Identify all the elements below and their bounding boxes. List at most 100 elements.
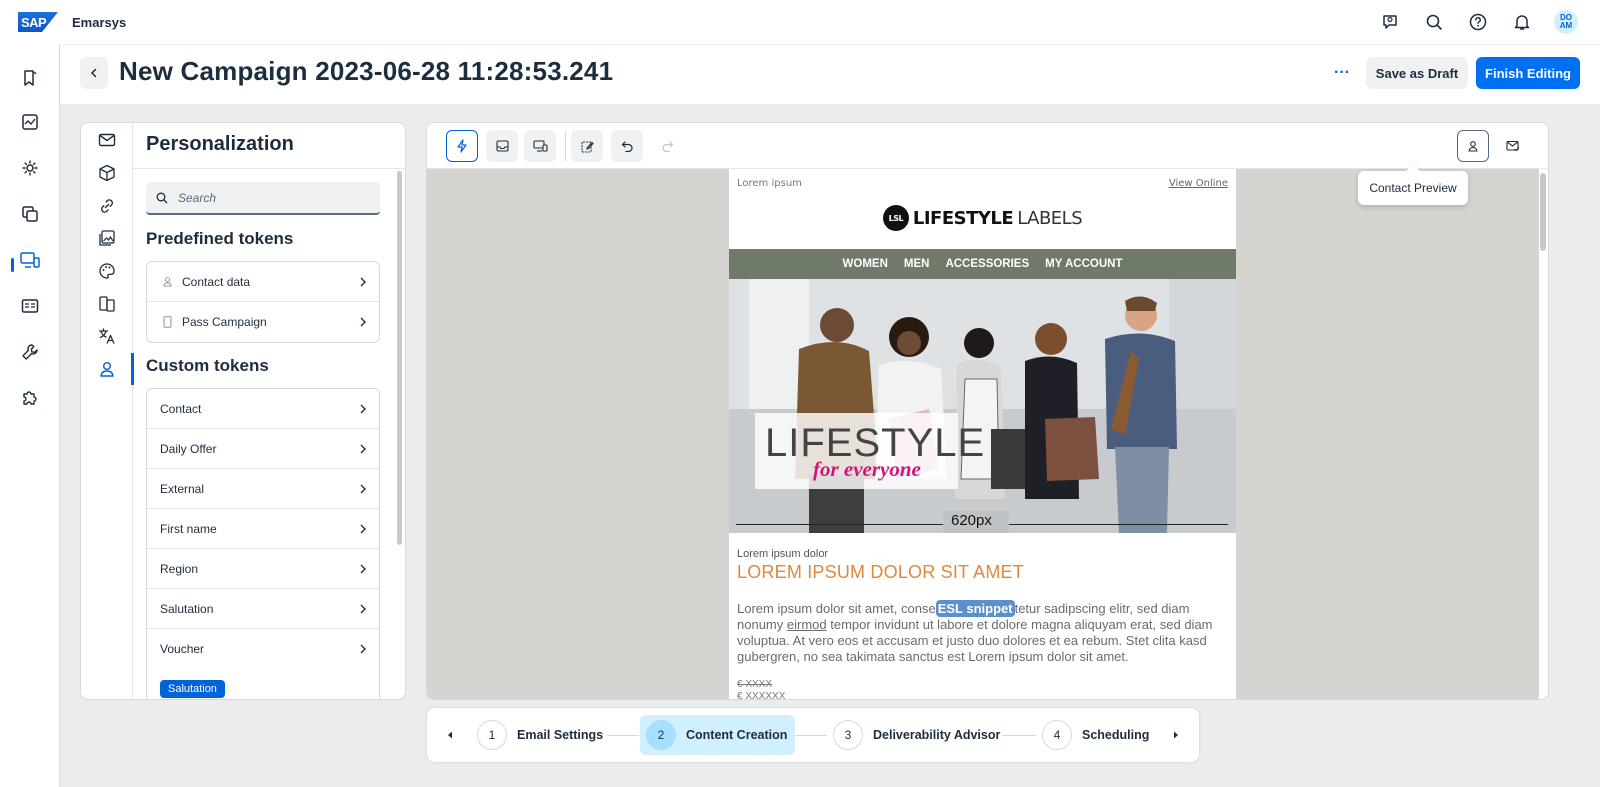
- app-name: Emarsys: [72, 14, 127, 30]
- list-item-custom-token[interactable]: Contact: [147, 389, 379, 429]
- step-connector: [1002, 735, 1036, 736]
- hero-image[interactable]: LIFESTYLE for everyone 620px: [729, 279, 1236, 533]
- campaign-icon[interactable]: [18, 66, 42, 90]
- chevron-right-icon: [359, 444, 367, 454]
- chevron-right-icon: [359, 277, 367, 287]
- view-online-link[interactable]: View Online: [1169, 178, 1228, 189]
- esl-snippet-tag[interactable]: ESL snippet: [935, 600, 1015, 617]
- lightning-icon[interactable]: [446, 130, 478, 162]
- width-guide-label: 620px: [951, 512, 992, 529]
- email-nav-my-account[interactable]: MY ACCOUNT: [1045, 258, 1122, 270]
- chat-bot-icon[interactable]: [1378, 10, 1402, 34]
- page-title: New Campaign 2023-06-28 11:28:53.241: [119, 56, 614, 86]
- list-item-label: Contact: [160, 401, 202, 416]
- inbox-icon[interactable]: [486, 130, 518, 162]
- contact-preview-icon[interactable]: [1457, 130, 1489, 162]
- stepper-next-button[interactable]: [1166, 725, 1186, 745]
- email-editor: Lorem ipsum View Online LSL LIFESTYLE LAB…: [426, 122, 1549, 700]
- email-nav-accessories[interactable]: ACCESSORIES: [945, 258, 1029, 270]
- chevron-right-icon: [359, 564, 367, 574]
- chevron-left-icon: [90, 68, 97, 78]
- contacts-icon[interactable]: [18, 294, 42, 318]
- person-icon[interactable]: [96, 358, 118, 380]
- token-search[interactable]: [146, 182, 380, 215]
- email-nav-men[interactable]: MEN: [904, 258, 930, 270]
- notification-bell-icon[interactable]: [1510, 10, 1534, 34]
- analytics-icon[interactable]: [18, 110, 42, 134]
- translate-icon[interactable]: [96, 325, 118, 347]
- automation-icon[interactable]: [18, 156, 42, 180]
- tools-icon[interactable]: [18, 340, 42, 364]
- link-icon[interactable]: [96, 195, 118, 217]
- chevron-right-icon: [359, 644, 367, 654]
- left-navigation: [0, 44, 60, 787]
- search-input[interactable]: [178, 190, 368, 205]
- toolbar-separator: [565, 131, 566, 161]
- hero-tagline: for everyone: [813, 457, 921, 481]
- mail-check-icon[interactable]: [1497, 130, 1529, 162]
- salutation-token-badge[interactable]: Salutation: [160, 680, 225, 698]
- list-item-custom-token[interactable]: Region: [147, 549, 379, 589]
- user-avatar[interactable]: DO AM: [1554, 10, 1578, 34]
- step-email-settings[interactable]: 1 Email Settings: [471, 715, 611, 755]
- cube-icon[interactable]: [96, 162, 118, 184]
- panel-scrollbar[interactable]: [397, 171, 402, 545]
- step-content-creation[interactable]: 2 Content Creation: [640, 715, 796, 755]
- mail-icon[interactable]: [96, 129, 118, 151]
- list-item-custom-token[interactable]: First name: [147, 509, 379, 549]
- search-icon[interactable]: [1422, 10, 1446, 34]
- panel-tool-rail: [81, 123, 134, 699]
- divider: [133, 168, 405, 169]
- step-scheduling[interactable]: 4 Scheduling: [1036, 715, 1157, 755]
- save-as-draft-button[interactable]: Save as Draft: [1366, 57, 1468, 89]
- finish-editing-button[interactable]: Finish Editing: [1476, 57, 1580, 89]
- canvas-scrollbar[interactable]: [1540, 173, 1546, 251]
- list-item-custom-token[interactable]: External: [147, 469, 379, 509]
- caret-right-icon: [1174, 731, 1178, 739]
- redo-icon[interactable]: [651, 130, 683, 162]
- email-preview: Lorem ipsum View Online LSL LIFESTYLE LAB…: [729, 169, 1236, 699]
- sap-logo[interactable]: SAP: [18, 12, 58, 32]
- back-button[interactable]: [80, 57, 108, 89]
- caret-left-icon: [448, 731, 452, 739]
- list-item-custom-token[interactable]: Daily Offer: [147, 429, 379, 469]
- list-item-contact-data[interactable]: Contact data: [147, 262, 379, 302]
- list-item-custom-token[interactable]: Salutation: [147, 589, 379, 629]
- list-item-label: Voucher: [160, 642, 205, 656]
- more-actions-button[interactable]: ···: [1328, 59, 1356, 87]
- devices-icon[interactable]: [524, 130, 556, 162]
- step-deliverability-advisor[interactable]: 3 Deliverability Advisor: [827, 715, 1008, 755]
- step-connector: [607, 735, 639, 736]
- email-body[interactable]: Lorem ipsum dolor LOREM IPSUM DOLOR SIT …: [737, 548, 1227, 699]
- shell-actions: DO AM: [1378, 10, 1582, 34]
- step-number: 1: [477, 720, 507, 750]
- addons-icon[interactable]: [18, 386, 42, 410]
- palette-icon[interactable]: [96, 260, 118, 282]
- chevron-right-icon: [359, 524, 367, 534]
- edit-icon[interactable]: [571, 130, 603, 162]
- body-inline-link[interactable]: eirmod: [787, 617, 827, 632]
- pages-icon[interactable]: [96, 293, 118, 315]
- channels-icon[interactable]: [18, 248, 42, 272]
- undo-icon[interactable]: [611, 130, 643, 162]
- list-item-label: First name: [160, 521, 217, 536]
- content-icon[interactable]: [18, 202, 42, 226]
- chevron-right-icon: [359, 604, 367, 614]
- brand-logo: LSL: [882, 205, 909, 231]
- email-nav-women[interactable]: WOMEN: [843, 258, 888, 270]
- search-icon: [156, 192, 168, 203]
- help-icon[interactable]: [1466, 10, 1490, 34]
- list-item-custom-token[interactable]: Voucher: [147, 629, 379, 669]
- body-text-part: Lorem ipsum dolor sit amet, conse: [737, 601, 936, 616]
- custom-tokens-heading: Custom tokens: [146, 356, 269, 375]
- list-item-pass-campaign[interactable]: Pass Campaign: [147, 302, 379, 342]
- old-price: € XXXX: [737, 679, 773, 690]
- editor-toolbar: [427, 123, 1548, 169]
- image-icon[interactable]: [96, 227, 118, 249]
- stepper-prev-button[interactable]: [440, 725, 460, 745]
- workspace: Personalization Predefined tokens Contac…: [60, 104, 1600, 787]
- list-item-label: Daily Offer: [160, 441, 217, 456]
- contact-preview-tooltip: Contact Preview: [1358, 171, 1468, 205]
- personalization-panel: Personalization Predefined tokens Contac…: [80, 122, 406, 700]
- hero-overlay: LIFESTYLE for everyone: [755, 413, 984, 489]
